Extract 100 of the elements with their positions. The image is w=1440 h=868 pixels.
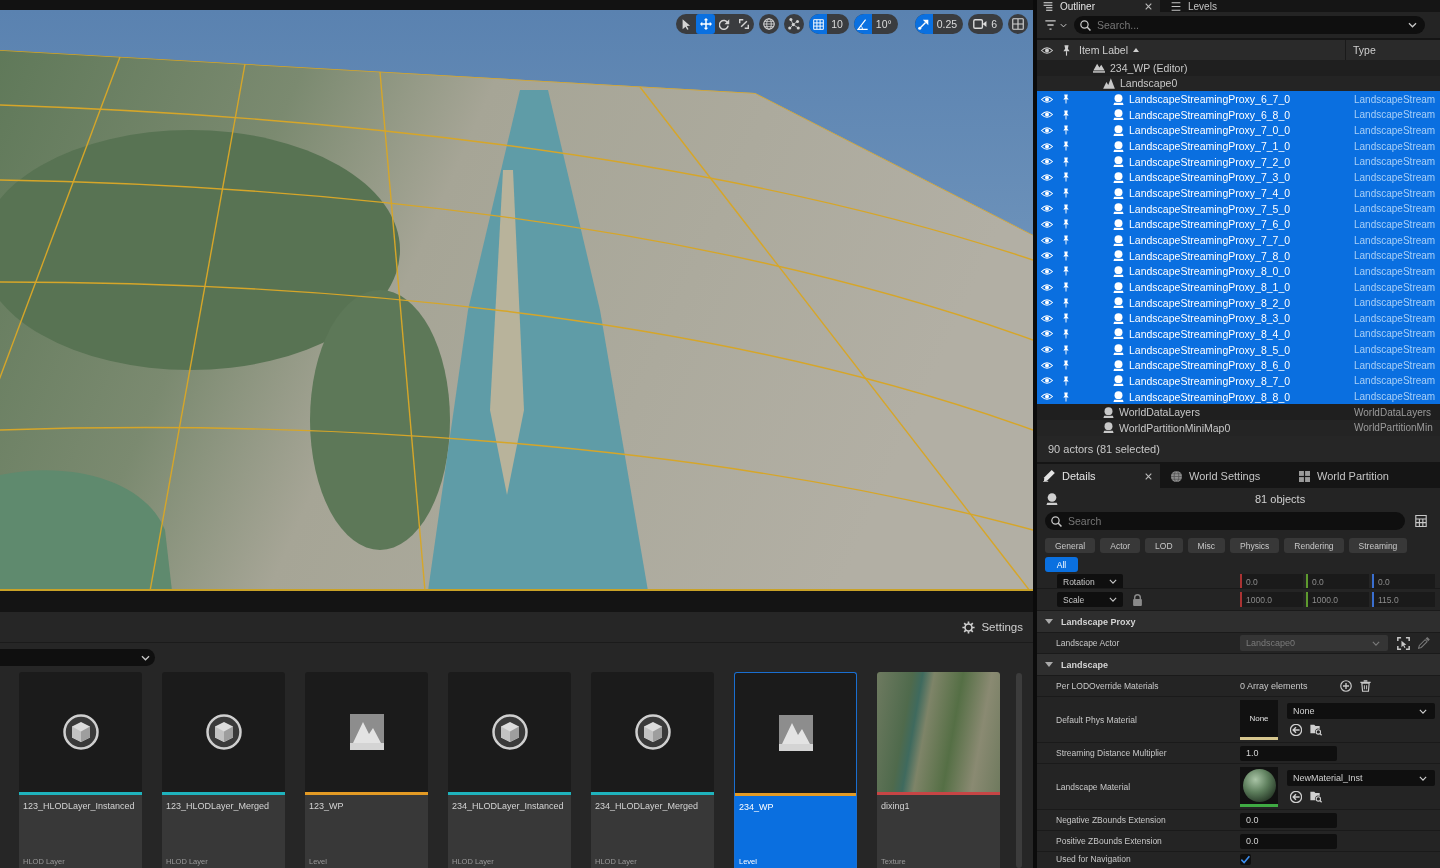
pin-icon[interactable] xyxy=(1063,203,1069,214)
vector-value-field[interactable]: 0.0 xyxy=(1306,574,1369,588)
asset-dropdown[interactable]: None xyxy=(1287,703,1435,719)
eye-icon[interactable] xyxy=(1041,393,1053,401)
eye-icon[interactable] xyxy=(1041,252,1053,260)
vector-value-field[interactable]: 0.0 xyxy=(1372,574,1435,588)
filter-chip[interactable]: Physics xyxy=(1230,538,1280,553)
pin-icon[interactable] xyxy=(1063,156,1069,167)
outliner-row[interactable]: LandscapeStreamingProxy_8_1_0 LandscapeStream xyxy=(1037,279,1440,295)
pin-icon[interactable] xyxy=(1063,125,1069,136)
pin-icon[interactable] xyxy=(1063,329,1069,339)
checkbox[interactable] xyxy=(1240,853,1251,865)
pin-icon[interactable] xyxy=(1063,344,1069,355)
panel-tab[interactable]: World Settings xyxy=(1165,464,1288,488)
settings-button[interactable]: Settings xyxy=(960,616,1025,638)
pin-icon[interactable] xyxy=(1063,297,1069,308)
panel-tab[interactable]: World Partition xyxy=(1293,464,1416,488)
filter-chip[interactable]: Misc xyxy=(1187,538,1226,553)
grid-snap-button[interactable]: 10 xyxy=(809,14,849,34)
outliner-row[interactable]: WorldDataLayers WorldDataLayers xyxy=(1037,404,1440,421)
angle-snap-button[interactable]: 10° xyxy=(853,14,898,34)
outliner-row[interactable]: LandscapeStreamingProxy_8_7_0 LandscapeStream xyxy=(1037,373,1440,389)
pin-icon[interactable] xyxy=(1063,266,1069,277)
close-icon[interactable] xyxy=(1145,2,1152,10)
folder-search-icon[interactable] xyxy=(1310,724,1322,736)
select-actor-icon[interactable] xyxy=(1397,636,1410,650)
vector-value-field[interactable]: 0.0 xyxy=(1240,574,1303,588)
number-field[interactable]: 0.0 xyxy=(1240,812,1337,828)
eye-icon[interactable] xyxy=(1041,299,1053,307)
pin-icon[interactable] xyxy=(1063,360,1069,371)
pin-icon[interactable] xyxy=(1063,94,1069,105)
filter-chip[interactable]: Rendering xyxy=(1284,538,1344,553)
pin-icon[interactable] xyxy=(1063,141,1069,152)
pin-icon[interactable] xyxy=(1063,313,1069,324)
category-header[interactable]: Landscape Proxy xyxy=(1037,611,1440,633)
eye-icon[interactable] xyxy=(1041,205,1053,213)
eye-icon[interactable] xyxy=(1041,126,1053,134)
outliner-row[interactable]: LandscapeStreamingProxy_7_4_0 LandscapeStream xyxy=(1037,185,1440,201)
eye-icon[interactable] xyxy=(1041,361,1053,369)
eye-icon[interactable] xyxy=(1041,346,1053,354)
eye-icon[interactable] xyxy=(1041,173,1053,181)
eyedropper-icon[interactable] xyxy=(1418,637,1430,649)
move-tool-button[interactable] xyxy=(696,14,716,34)
column-header[interactable]: Item Label xyxy=(1075,40,1345,60)
folder-search-icon[interactable] xyxy=(1310,791,1322,803)
pin-icon[interactable] xyxy=(1063,375,1069,386)
eye-icon[interactable] xyxy=(1041,377,1053,385)
pin-icon[interactable] xyxy=(1063,188,1069,199)
eye-icon[interactable] xyxy=(1041,111,1053,119)
filter-chip[interactable]: All xyxy=(1045,557,1078,572)
eye-icon[interactable] xyxy=(1041,95,1053,103)
transform-dropdown[interactable]: Rotation xyxy=(1057,574,1123,588)
search-field[interactable]: Search xyxy=(1045,512,1405,530)
asset-dropdown[interactable]: NewMaterial_Inst xyxy=(1287,770,1435,786)
vector-value-field[interactable]: 115.0 xyxy=(1372,592,1435,607)
outliner-row[interactable]: 234_WP (Editor) xyxy=(1037,60,1440,76)
outliner-row[interactable]: LandscapeStreamingProxy_6_7_0 LandscapeStream xyxy=(1037,91,1440,107)
eye-icon[interactable] xyxy=(1041,330,1053,338)
pin-icon[interactable] xyxy=(1063,235,1069,246)
asset-thumbnail[interactable] xyxy=(1240,766,1278,807)
eye-icon[interactable] xyxy=(1041,158,1053,166)
eye-icon[interactable] xyxy=(1041,267,1053,275)
camera-speed-button[interactable]: 6 xyxy=(968,14,1003,34)
transform-dropdown[interactable]: Scale xyxy=(1057,592,1123,607)
filter-chip[interactable]: Streaming xyxy=(1348,538,1408,553)
pin-icon[interactable] xyxy=(1063,219,1069,230)
outliner-row[interactable]: LandscapeStreamingProxy_8_4_0 LandscapeStream xyxy=(1037,326,1440,342)
outliner-row[interactable]: WorldPartitionMiniMap0 WorldPartitionMin xyxy=(1037,420,1440,436)
number-field[interactable]: 0.0 xyxy=(1240,833,1337,849)
plus-circle-icon[interactable] xyxy=(1339,680,1352,692)
asset-thumbnail[interactable]: None xyxy=(1240,699,1278,740)
table-icon[interactable] xyxy=(1415,515,1427,527)
pin-icon[interactable] xyxy=(1063,172,1069,183)
pin-icon[interactable] xyxy=(1063,250,1069,261)
vector-value-field[interactable]: 1000.0 xyxy=(1306,592,1369,607)
pin-icon[interactable] xyxy=(1063,109,1069,120)
arrow-circle-icon[interactable] xyxy=(1290,724,1302,736)
arrow-circle-icon[interactable] xyxy=(1290,791,1302,803)
outliner-row[interactable]: LandscapeStreamingProxy_7_7_0 LandscapeStream xyxy=(1037,232,1440,248)
eye-icon[interactable] xyxy=(1041,314,1053,322)
lock-icon[interactable] xyxy=(1133,593,1142,606)
trash-icon[interactable] xyxy=(1359,680,1371,692)
eye-icon[interactable] xyxy=(1041,189,1053,197)
eye-icon[interactable] xyxy=(1041,236,1053,244)
outliner-row[interactable]: LandscapeStreamingProxy_7_1_0 LandscapeStream xyxy=(1037,138,1440,154)
outliner-row[interactable]: LandscapeStreamingProxy_8_6_0 LandscapeStream xyxy=(1037,357,1440,374)
number-field[interactable]: 1.0 xyxy=(1240,745,1337,761)
panel-tab[interactable]: Levels xyxy=(1165,0,1288,12)
filter-chip[interactable]: Actor xyxy=(1100,538,1141,553)
scale-snap-button[interactable]: 0.25 xyxy=(914,14,964,34)
panel-tab[interactable]: Details xyxy=(1037,464,1160,488)
panel-tab[interactable]: Outliner xyxy=(1037,0,1160,12)
search-field[interactable]: Search... xyxy=(1074,16,1425,34)
pin-icon[interactable] xyxy=(1063,282,1069,292)
eye-icon[interactable] xyxy=(1041,142,1053,150)
eye-icon[interactable] xyxy=(1041,283,1053,291)
category-header[interactable]: Landscape xyxy=(1037,654,1440,676)
filter-chip[interactable]: General xyxy=(1045,538,1096,553)
vector-value-field[interactable]: 1000.0 xyxy=(1240,592,1303,607)
pin-icon[interactable] xyxy=(1063,391,1069,402)
